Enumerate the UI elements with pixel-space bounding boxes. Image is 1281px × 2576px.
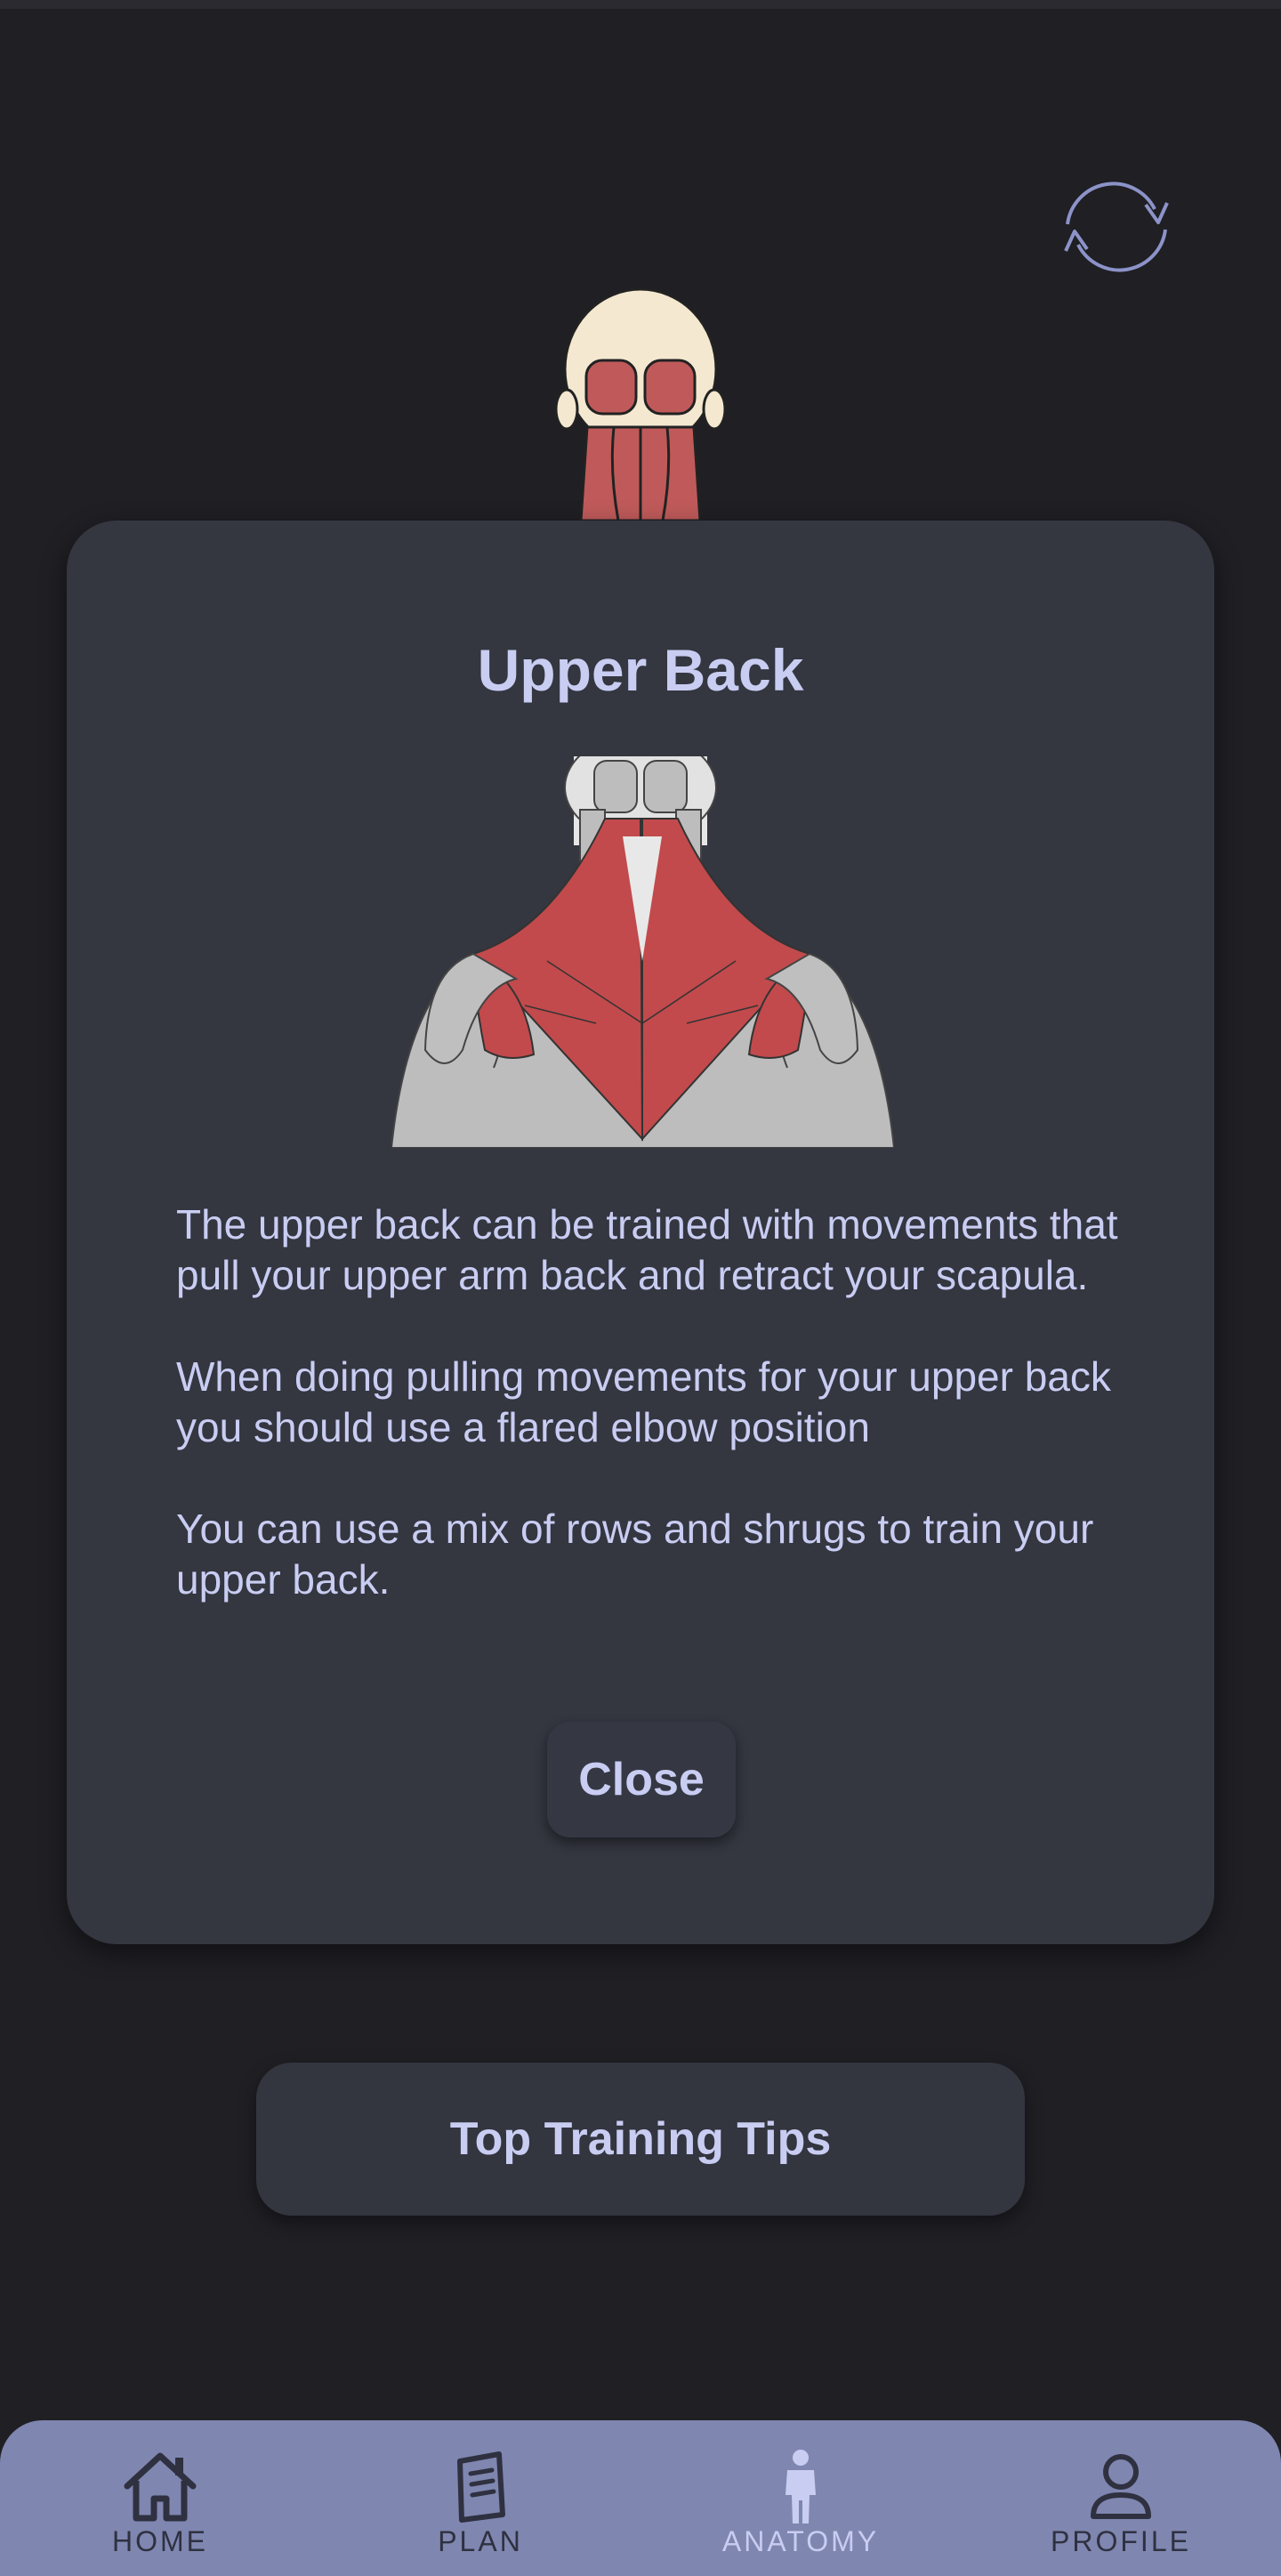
rotate-view-button[interactable] <box>1041 165 1192 289</box>
bottom-navigation: HOME PLAN ANATOMY PROFILE <box>0 2420 1281 2576</box>
home-icon <box>124 2452 197 2522</box>
nav-label: HOME <box>112 2525 208 2557</box>
modal-title: Upper Back <box>477 637 804 703</box>
top-training-tips-button[interactable]: Top Training Tips <box>256 2063 1025 2216</box>
description-paragraph: You can use a mix of rows and shrugs to … <box>176 1506 1094 1603</box>
upper-back-illustration <box>390 733 896 1149</box>
body-figure-head-image <box>554 287 727 522</box>
nav-item-home[interactable]: HOME <box>0 2420 320 2576</box>
person-icon <box>786 2450 816 2524</box>
description-paragraph: The upper back can be trained with movem… <box>176 1201 1118 1298</box>
nav-item-plan[interactable]: PLAN <box>320 2420 640 2576</box>
nav-label: PLAN <box>438 2525 523 2557</box>
upper-back-muscle-image <box>390 733 896 1149</box>
nav-item-anatomy[interactable]: ANATOMY <box>640 2420 961 2576</box>
body-figure-back-view[interactable] <box>547 285 734 534</box>
modal-description: The upper back can be trained with movem… <box>176 1199 1119 1605</box>
notebook-icon <box>457 2451 505 2523</box>
profile-icon <box>1091 2454 1151 2519</box>
nav-label: ANATOMY <box>721 2525 880 2557</box>
nav-item-profile[interactable]: PROFILE <box>961 2420 1281 2576</box>
description-paragraph: When doing pulling movements for your up… <box>176 1353 1111 1450</box>
anatomy-screen: Upper Back The upper back can be trained… <box>0 0 1281 2576</box>
refresh-icon <box>1064 182 1169 272</box>
status-bar <box>0 0 1281 9</box>
close-button[interactable]: Close <box>547 1722 736 1837</box>
nav-label: PROFILE <box>1051 2525 1191 2557</box>
muscle-info-modal: Upper Back The upper back can be trained… <box>67 521 1214 1944</box>
